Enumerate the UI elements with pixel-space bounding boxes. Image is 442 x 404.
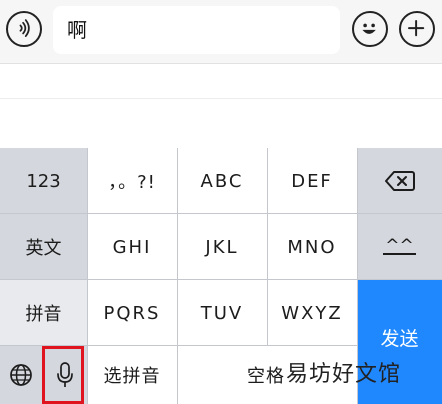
jkl-key[interactable]: JKL [177, 214, 267, 280]
key-divider [0, 279, 442, 280]
key-divider [357, 213, 442, 214]
tuv-key[interactable]: TUV [177, 280, 267, 346]
voice-icon [19, 19, 30, 37]
english-key[interactable]: 英文 [0, 214, 87, 280]
emoticon-label: ^^ [383, 236, 416, 256]
backspace-icon [384, 171, 415, 191]
chat-divider [0, 98, 442, 99]
watermark-text: 易坊好文馆 [286, 362, 402, 387]
microphone-highlight-box [42, 346, 84, 404]
key-divider [177, 148, 178, 404]
pqrs-key[interactable]: PQRS [87, 280, 177, 346]
chat-message-area [0, 64, 442, 148]
pinyin-key[interactable]: 拼音 [0, 280, 87, 346]
def-key[interactable]: DEF [267, 148, 357, 214]
chat-screen: 啊 123 英文 拼音 ，。?! ABC DEF GHI JKL MNO PQR… [0, 0, 442, 404]
mno-key[interactable]: MNO [267, 214, 357, 280]
plus-icon [408, 20, 425, 37]
select-pinyin-key[interactable]: 选拼音 [87, 346, 177, 404]
abc-key[interactable]: ABC [177, 148, 267, 214]
wxyz-key[interactable]: WXYZ [267, 280, 357, 346]
key-divider [87, 148, 88, 404]
punctuation-key[interactable]: ，。?! [87, 148, 177, 214]
emoji-icon [362, 23, 376, 34]
ghi-key[interactable]: GHI [87, 214, 177, 280]
emoji-button[interactable] [352, 11, 388, 47]
message-text-field[interactable]: 啊 [53, 6, 340, 54]
globe-key[interactable] [0, 346, 42, 404]
backspace-key[interactable] [357, 148, 442, 214]
key-divider [267, 148, 268, 346]
voice-toggle-button[interactable] [6, 11, 42, 47]
globe-icon [10, 364, 32, 386]
numbers-key[interactable]: 123 [0, 148, 87, 214]
message-input-bar: 啊 [0, 0, 442, 64]
key-divider [0, 213, 357, 214]
emoticon-key[interactable]: ^^ [357, 214, 442, 280]
more-options-button[interactable] [399, 11, 435, 47]
